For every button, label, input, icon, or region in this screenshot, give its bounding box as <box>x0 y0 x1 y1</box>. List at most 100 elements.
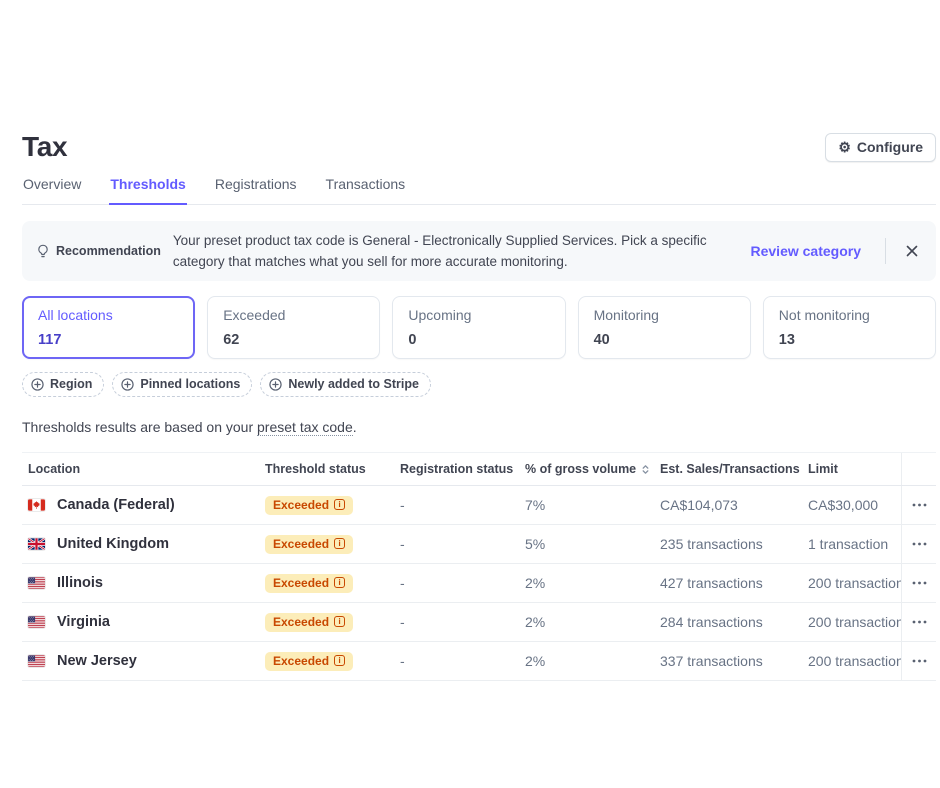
info-icon: i <box>334 499 345 510</box>
column-label: Est. Sales/Transactions <box>660 462 800 476</box>
table-row-illinois[interactable]: IllinoisExceededi-2%427 transactions200 … <box>22 564 936 603</box>
table-header-row: Location Threshold status Registration sta… <box>22 453 936 486</box>
row-overflow-menu-button[interactable] <box>906 616 933 628</box>
ellipsis-icon <box>912 620 927 624</box>
card-label: Not monitoring <box>779 307 920 323</box>
table-row-new-jersey[interactable]: New JerseyExceededi-2%337 transactions20… <box>22 642 936 681</box>
table-row-virginia[interactable]: VirginiaExceededi-2%284 transactions200 … <box>22 603 936 642</box>
location-name: Illinois <box>57 575 103 591</box>
registration-status-cell: - <box>400 486 525 524</box>
actions-cell <box>901 525 936 563</box>
banner-label-group: Recommendation <box>36 244 161 258</box>
registration-status-cell: - <box>400 525 525 563</box>
column-header-of-gross-volume[interactable]: % of gross volume <box>525 453 660 485</box>
threshold-status-cell: Exceededi <box>265 525 400 563</box>
us-flag-icon <box>28 655 45 667</box>
gross-volume-cell: 2% <box>525 603 660 641</box>
location-name: New Jersey <box>57 653 137 669</box>
actions-cell <box>901 564 936 602</box>
limit-cell: 200 transactions <box>808 603 901 641</box>
plus-circle-icon <box>269 378 282 391</box>
actions-cell <box>901 603 936 641</box>
summary-card-monitoring[interactable]: Monitoring40 <box>578 296 751 359</box>
banner-label: Recommendation <box>56 244 161 258</box>
uk-flag-icon <box>28 538 45 550</box>
canada-flag-icon <box>28 499 45 511</box>
status-badge[interactable]: Exceededi <box>265 652 353 671</box>
card-label: All locations <box>38 307 179 323</box>
tab-overview[interactable]: Overview <box>22 176 82 205</box>
table-row-united-kingdom[interactable]: United KingdomExceededi-5%235 transactio… <box>22 525 936 564</box>
page-title: Tax <box>22 131 67 163</box>
column-header-actions <box>901 453 936 485</box>
ellipsis-icon <box>912 581 927 585</box>
tab-thresholds[interactable]: Thresholds <box>109 176 186 205</box>
info-icon: i <box>334 655 345 666</box>
preset-tax-code-link[interactable]: preset tax code <box>257 419 353 436</box>
tab-registrations[interactable]: Registrations <box>214 176 298 205</box>
summary-card-not-monitoring[interactable]: Not monitoring13 <box>763 296 936 359</box>
banner-message: Your preset product tax code is General … <box>173 230 739 272</box>
threshold-status-cell: Exceededi <box>265 603 400 641</box>
close-banner-button[interactable] <box>898 237 926 265</box>
location-name: United Kingdom <box>57 536 169 552</box>
filter-chip-pinned-locations[interactable]: Pinned locations <box>112 372 252 397</box>
filter-chip-region[interactable]: Region <box>22 372 104 397</box>
column-header-est-sales-transactions: Est. Sales/Transactions <box>660 453 808 485</box>
ellipsis-icon <box>912 542 927 546</box>
limit-cell: 1 transaction <box>808 525 901 563</box>
review-category-link[interactable]: Review category <box>751 243 874 259</box>
ellipsis-icon <box>912 503 927 507</box>
location-cell: New Jersey <box>22 642 265 680</box>
actions-cell <box>901 486 936 524</box>
tax-dashboard-page: Tax ⚙ Configure Overview Thresholds Regist… <box>0 0 940 788</box>
est-sales-cell: 337 transactions <box>660 642 808 680</box>
threshold-status-cell: Exceededi <box>265 642 400 680</box>
configure-button[interactable]: ⚙ Configure <box>825 133 936 162</box>
summary-card-all-locations[interactable]: All locations 117 <box>22 296 195 359</box>
summary-card-exceeded[interactable]: Exceeded62 <box>207 296 380 359</box>
location-cell: Virginia <box>22 603 265 641</box>
ca-flag <box>28 499 45 511</box>
row-overflow-menu-button[interactable] <box>906 499 933 511</box>
table-row-canada-federal[interactable]: Canada (Federal)Exceededi-7%CA$104,073CA… <box>22 486 936 525</box>
column-label: Threshold status <box>265 462 366 476</box>
column-header-location: Location <box>22 453 265 485</box>
plus-circle-icon <box>121 378 134 391</box>
gross-volume-cell: 2% <box>525 564 660 602</box>
thresholds-note: Thresholds results are based on your pre… <box>22 419 936 435</box>
us-flag <box>28 577 45 589</box>
summary-card-upcoming[interactable]: Upcoming0 <box>392 296 565 359</box>
filter-chips: Region Pinned locations Newly added to Str… <box>22 372 936 397</box>
configure-button-label: Configure <box>857 139 923 155</box>
note-suffix: . <box>353 419 357 435</box>
status-badge-label: Exceeded <box>273 616 329 628</box>
card-count: 62 <box>223 332 364 348</box>
gb-flag <box>28 538 45 550</box>
tab-bar: Overview Thresholds Registrations Transacti… <box>22 176 936 205</box>
threshold-status-cell: Exceededi <box>265 486 400 524</box>
registration-status-cell: - <box>400 603 525 641</box>
gross-volume-cell: 2% <box>525 642 660 680</box>
row-overflow-menu-button[interactable] <box>906 655 933 667</box>
card-count: 117 <box>38 332 179 348</box>
column-label: Location <box>28 462 80 476</box>
column-header-registration-status: Registration status <box>400 453 525 485</box>
summary-cards: All locations 117 Exceeded62Upcoming0Monit… <box>22 296 936 359</box>
location-name: Virginia <box>57 614 110 630</box>
status-badge[interactable]: Exceededi <box>265 613 353 632</box>
row-overflow-menu-button[interactable] <box>906 538 933 550</box>
info-icon: i <box>334 577 345 588</box>
row-overflow-menu-button[interactable] <box>906 577 933 589</box>
tab-transactions[interactable]: Transactions <box>325 176 407 205</box>
chip-label: Pinned locations <box>140 377 240 391</box>
threshold-status-cell: Exceeded i <box>265 564 400 602</box>
status-badge[interactable]: Exceeded i <box>265 574 353 593</box>
gross-volume-cell: 7% <box>525 486 660 524</box>
note-prefix: Thresholds results are based on your <box>22 419 257 435</box>
status-badge-label: Exceeded <box>273 577 329 589</box>
lightbulb-icon <box>36 244 50 258</box>
status-badge[interactable]: Exceededi <box>265 496 353 515</box>
status-badge[interactable]: Exceededi <box>265 535 353 554</box>
filter-chip-newly-added-to-stripe[interactable]: Newly added to Stripe <box>260 372 431 397</box>
